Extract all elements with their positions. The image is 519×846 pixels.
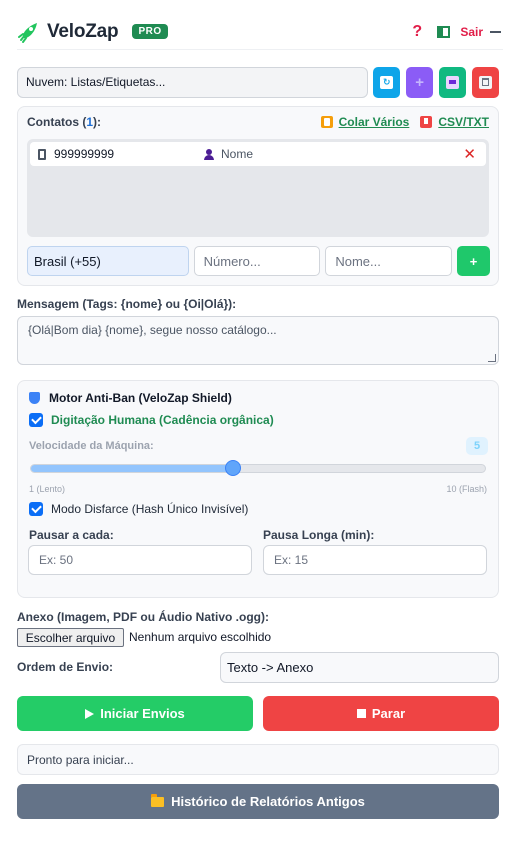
disguise-label: Modo Disfarce (Hash Único Invisível): [51, 502, 249, 516]
csv-import-link[interactable]: CSV/TXT: [420, 115, 489, 129]
help-icon[interactable]: ?: [410, 23, 424, 41]
number-input[interactable]: Número...: [193, 246, 321, 276]
speed-min-label: 1 (Lento): [29, 484, 66, 494]
order-label: Ordem de Envio:: [17, 660, 114, 674]
delete-list-button[interactable]: [472, 66, 499, 98]
human-typing-option[interactable]: Digitação Humana (Cadência orgânica): [29, 413, 274, 427]
speed-slider-thumb[interactable]: [224, 460, 241, 476]
long-pause-input[interactable]: Ex: 15: [263, 545, 487, 575]
refresh-list-button[interactable]: ↻: [373, 66, 401, 98]
antiban-title-text: Motor Anti-Ban (VeloZap Shield): [49, 391, 232, 405]
logo: VeloZap: [17, 20, 119, 44]
history-button[interactable]: Histórico de Relatórios Antigos: [17, 784, 499, 819]
add-list-icon: +: [415, 73, 425, 91]
speed-max-label: 10 (Flash): [446, 484, 487, 494]
speed-value-badge: 5: [466, 437, 488, 455]
status-box: Pronto para iniciar...: [17, 744, 499, 775]
start-sending-button[interactable]: Iniciar Envios: [17, 696, 253, 731]
refresh-icon: ↻: [380, 75, 394, 89]
add-list-button[interactable]: +: [406, 66, 434, 98]
contact-name: Nome: [221, 147, 254, 161]
history-label: Histórico de Relatórios Antigos: [171, 794, 365, 809]
paste-many-label: Colar Vários: [338, 115, 410, 129]
contacts-card: Contatos (1): Colar Vários CSV/TXT 99999…: [17, 106, 499, 286]
message-placeholder: {Olá|Bom dia} {nome}, segue nosso catálo…: [28, 323, 277, 337]
contact-number: 999999999: [54, 147, 115, 161]
long-pause-label: Pausa Longa (min):: [263, 528, 375, 542]
order-select[interactable]: Texto -> Anexo: [220, 652, 499, 683]
phone-icon: [38, 148, 46, 160]
list-select[interactable]: Nuvem: Listas/Etiquetas...: [17, 66, 369, 98]
play-icon: [85, 708, 95, 719]
disguise-checkbox[interactable]: [29, 502, 43, 516]
shield-icon: [29, 392, 40, 404]
list-item: 999999999 Nome ✕: [30, 142, 486, 166]
message-textarea[interactable]: {Olá|Bom dia} {nome}, segue nosso catálo…: [17, 316, 499, 365]
human-typing-checkbox[interactable]: [29, 413, 43, 427]
logout-button[interactable]: Sair: [460, 25, 483, 39]
stop-icon: [356, 709, 366, 718]
panel-toggle-icon[interactable]: [437, 25, 451, 38]
csv-import-label: CSV/TXT: [438, 115, 489, 129]
add-contact-button[interactable]: +: [457, 246, 491, 276]
stop-label: Parar: [371, 706, 406, 721]
message-label: Mensagem (Tags: {nome} ou {Oi|Olá}):: [17, 297, 237, 311]
save-icon: [446, 75, 460, 89]
resize-handle-icon[interactable]: [488, 354, 496, 362]
new-contact-row: Brasil (+55) Número... Nome... +: [27, 246, 491, 277]
minimize-icon[interactable]: [490, 30, 501, 33]
contacts-count: 1: [86, 115, 94, 129]
speed-label: Velocidade da Máquina:: [29, 440, 154, 452]
contacts-label-end: ):: [93, 115, 102, 129]
human-typing-label: Digitação Humana (Cadência orgânica): [51, 413, 274, 427]
contacts-list: 999999999 Nome ✕: [27, 139, 489, 237]
start-sending-label: Iniciar Envios: [100, 706, 185, 721]
pro-badge: PRO: [132, 24, 168, 39]
speed-slider-track[interactable]: [30, 464, 486, 473]
list-toolbar: Nuvem: Listas/Etiquetas... ↻ +: [17, 66, 499, 98]
contacts-import-links: Colar Vários CSV/TXT: [320, 115, 489, 129]
contacts-label: Contatos (: [27, 115, 87, 129]
remove-contact-icon[interactable]: ✕: [463, 145, 476, 163]
upload-icon: [420, 116, 433, 128]
antiban-title: Motor Anti-Ban (VeloZap Shield): [29, 391, 232, 405]
header-actions: ? Sair: [410, 23, 503, 41]
clipboard-icon: [320, 116, 333, 128]
disguise-option[interactable]: Modo Disfarce (Hash Único Invisível): [29, 502, 248, 516]
country-select[interactable]: Brasil (+55): [27, 246, 189, 276]
file-status: Nenhum arquivo escolhido: [129, 630, 272, 644]
folder-icon: [151, 793, 165, 807]
pause-every-input[interactable]: Ex: 50: [28, 545, 252, 575]
save-list-button[interactable]: [439, 66, 467, 98]
header: VeloZap PRO ? Sair: [17, 14, 503, 50]
stop-button[interactable]: Parar: [263, 696, 499, 731]
app-title: VeloZap: [47, 20, 119, 42]
antiban-card: Motor Anti-Ban (VeloZap Shield) Digitaçã…: [17, 380, 499, 598]
attachment-label: Anexo (Imagem, PDF ou Áudio Nativo .ogg)…: [17, 610, 269, 624]
pause-every-label: Pausar a cada:: [29, 528, 114, 542]
app-panel: VeloZap PRO ? Sair Nuvem: Listas/Etiquet…: [0, 0, 519, 846]
delete-icon: [479, 75, 493, 89]
paste-many-link[interactable]: Colar Vários: [320, 115, 410, 129]
speed-slider-fill: [31, 465, 234, 472]
choose-file-button[interactable]: Escolher arquivo: [17, 628, 124, 647]
person-icon: [204, 148, 214, 160]
rocket-icon: [18, 22, 37, 43]
contacts-header: Contatos (1): Colar Vários CSV/TXT: [27, 115, 489, 129]
name-input[interactable]: Nome...: [325, 246, 453, 276]
